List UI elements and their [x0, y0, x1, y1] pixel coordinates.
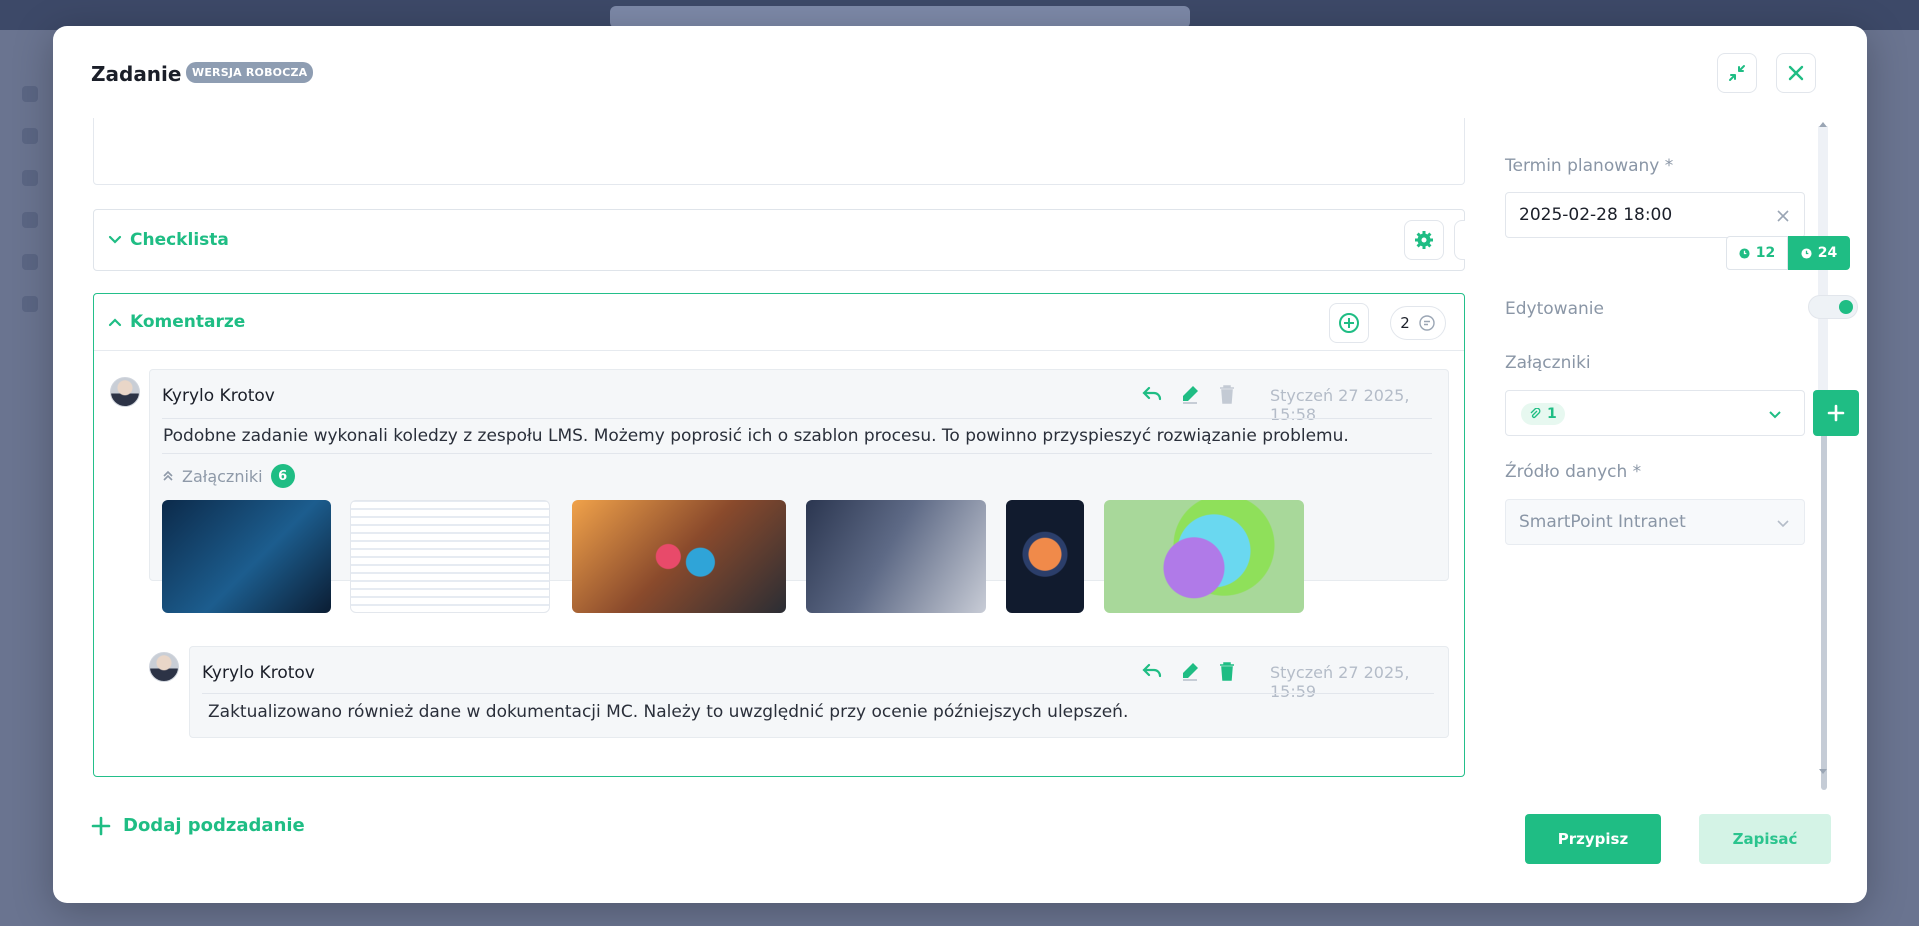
- chat-icon: [1419, 315, 1435, 331]
- chevron-down-icon: [108, 235, 122, 244]
- comments-toggle[interactable]: Komentarze: [108, 312, 245, 332]
- chevron-down-icon: [1777, 520, 1789, 528]
- gear-icon: [1415, 231, 1433, 249]
- data-source-select[interactable]: SmartPoint Intranet: [1505, 499, 1805, 545]
- edit-icon[interactable]: [1178, 382, 1202, 406]
- task-main-column: Checklista Komentarze 2 Kyrylo Krotov St…: [93, 118, 1465, 783]
- plus-icon: [91, 816, 111, 835]
- data-source-label: Źródło danych *: [1505, 462, 1642, 482]
- assign-button[interactable]: Przypisz: [1525, 814, 1661, 864]
- close-icon: [1788, 65, 1804, 81]
- modal-header: Zadanie WERSJA ROBOCZA: [53, 26, 1867, 118]
- save-button[interactable]: Zapisać: [1699, 814, 1831, 864]
- attachments-toggle[interactable]: Załączniki 6: [162, 464, 295, 488]
- time-format-24-button[interactable]: 24: [1788, 236, 1850, 270]
- attachment-count-chip: 1: [1521, 403, 1565, 425]
- comment-count-value: 2: [1400, 314, 1410, 332]
- background-sidebar: [0, 60, 52, 660]
- checklist-settings-button[interactable]: [1404, 220, 1444, 260]
- attachments-select[interactable]: 1: [1505, 390, 1805, 436]
- background-search-bar: [610, 6, 1190, 28]
- minimize-button[interactable]: [1717, 53, 1757, 93]
- attachments-label: Załączniki: [182, 466, 263, 486]
- add-subtask-button[interactable]: Dodaj podzadanie: [91, 815, 305, 836]
- comments-divider: [94, 350, 1464, 351]
- comment-actions: [1140, 659, 1238, 683]
- checklist-save-button[interactable]: [1454, 220, 1465, 260]
- checklist-panel: Checklista: [93, 209, 1465, 271]
- paperclip-icon: [1530, 408, 1541, 419]
- modal-title: Zadanie: [91, 62, 182, 86]
- deadline-field[interactable]: 2025-02-28 18:00: [1505, 192, 1805, 238]
- comment-item: Kyrylo Krotov Styczeń 27 2025, 15:59 Zak…: [189, 646, 1449, 738]
- plus-circle-icon: [1339, 313, 1359, 333]
- clock-icon: [1739, 247, 1750, 259]
- checklist-toggle[interactable]: Checklista: [108, 230, 229, 250]
- chevron-down-icon: [1769, 411, 1781, 419]
- attachment-count: 1: [1547, 406, 1557, 422]
- trash-icon[interactable]: [1216, 383, 1238, 405]
- deadline-label: Termin planowany *: [1505, 156, 1674, 176]
- time-format-toggle: 12 24: [1726, 236, 1850, 270]
- attachments-count: 6: [270, 464, 295, 488]
- avatar: [149, 652, 179, 682]
- comment-actions: [1140, 382, 1238, 406]
- attachment-thumbnail[interactable]: [1006, 500, 1084, 613]
- deadline-value: 2025-02-28 18:00: [1519, 205, 1673, 225]
- comment-text: Zaktualizowano również dane w dokumentac…: [208, 702, 1129, 722]
- add-subtask-label: Dodaj podzadanie: [123, 815, 305, 836]
- comment-item: Kyrylo Krotov Styczeń 27 2025, 15:58 Pod…: [149, 369, 1449, 613]
- checklist-label: Checklista: [130, 230, 229, 250]
- comment-author: Kyrylo Krotov: [202, 663, 315, 683]
- toggle-knob: [1839, 300, 1853, 314]
- task-modal: Zadanie WERSJA ROBOCZA Checklista Koment…: [53, 26, 1867, 903]
- attachment-thumbnail[interactable]: [806, 500, 986, 613]
- task-sidebar: Termin planowany * 2025-02-28 18:00 12 2…: [1505, 118, 1865, 783]
- edit-icon[interactable]: [1178, 659, 1202, 683]
- trash-icon[interactable]: [1216, 660, 1238, 682]
- comment-author: Kyrylo Krotov: [162, 386, 275, 406]
- chevron-up-icon: [108, 318, 122, 327]
- data-source-value: SmartPoint Intranet: [1519, 512, 1686, 532]
- attachment-thumbnail[interactable]: [572, 500, 786, 613]
- double-chevron-up-icon: [163, 470, 173, 481]
- attachment-thumbnail[interactable]: [350, 500, 550, 613]
- comment-separator: [202, 693, 1434, 694]
- close-button[interactable]: [1776, 53, 1816, 93]
- draft-badge: WERSJA ROBOCZA: [186, 62, 314, 83]
- time-format-12-label: 12: [1755, 245, 1776, 261]
- comment-separator: [162, 453, 1432, 454]
- plus-icon: [1827, 404, 1845, 422]
- comment-text: Podobne zadanie wykonali koledzy z zespo…: [163, 426, 1349, 446]
- comment-timestamp: Styczeń 27 2025, 15:59: [1270, 663, 1410, 701]
- attachment-thumbnail[interactable]: [1104, 500, 1304, 613]
- comment-separator: [162, 418, 1432, 419]
- add-attachment-button[interactable]: [1813, 390, 1859, 436]
- editing-label: Edytowanie: [1505, 299, 1604, 319]
- add-comment-button[interactable]: [1329, 303, 1369, 343]
- avatar: [110, 377, 140, 407]
- attachment-thumbnail[interactable]: [162, 500, 331, 613]
- description-box[interactable]: [93, 118, 1465, 185]
- reply-icon[interactable]: [1140, 659, 1164, 683]
- reply-icon[interactable]: [1140, 382, 1164, 406]
- clock-icon: [1801, 247, 1812, 259]
- minimize-icon: [1729, 65, 1745, 81]
- comments-label: Komentarze: [130, 312, 246, 332]
- editing-toggle[interactable]: [1808, 295, 1858, 319]
- comments-panel: Komentarze 2 Kyrylo Krotov Styczeń 27 20…: [93, 293, 1465, 777]
- time-format-24-label: 24: [1817, 245, 1838, 261]
- clear-icon[interactable]: [1776, 209, 1790, 223]
- attachments-label: Załączniki: [1505, 353, 1591, 373]
- comment-count: 2: [1390, 306, 1446, 340]
- time-format-12-button[interactable]: 12: [1726, 236, 1788, 270]
